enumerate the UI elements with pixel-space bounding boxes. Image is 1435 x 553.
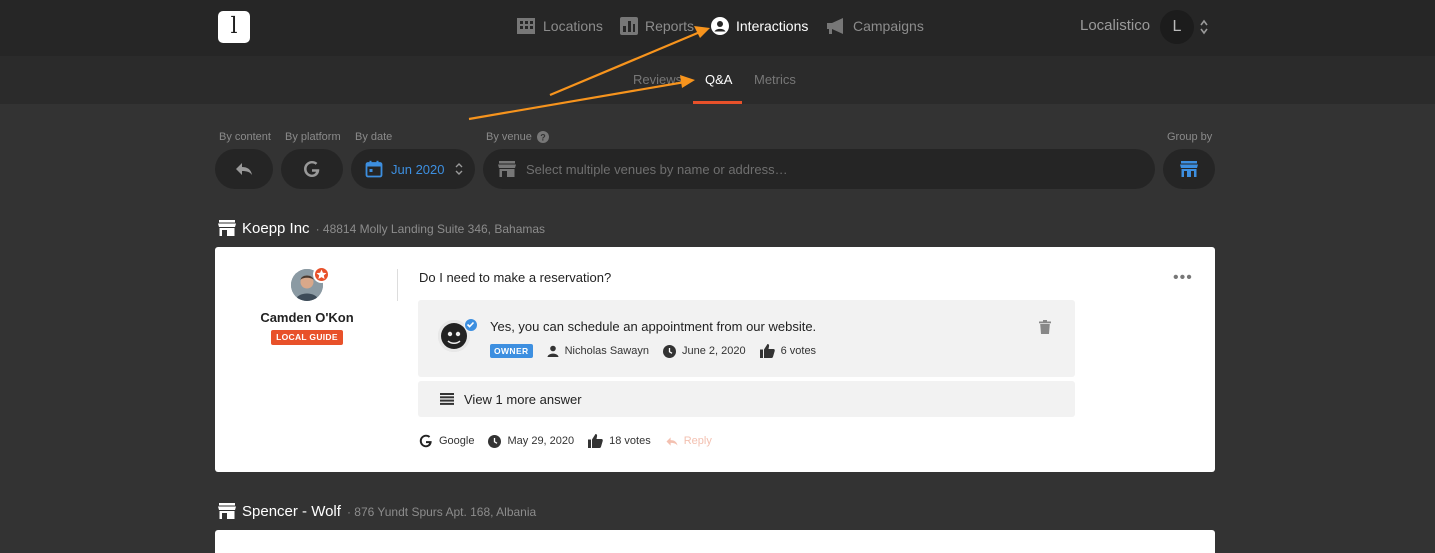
- question-date-text: May 29, 2020: [507, 435, 575, 447]
- store-icon: [218, 220, 236, 236]
- question-platform-text: Google: [439, 435, 475, 447]
- answer-votes: 6 votes: [759, 344, 817, 358]
- chevron-up-down-icon: [455, 161, 463, 177]
- venue-search-input[interactable]: Select multiple venues by name or addres…: [483, 149, 1155, 189]
- store-icon: [1180, 161, 1198, 177]
- date-filter-select[interactable]: Jun 2020: [351, 149, 475, 189]
- venue-name[interactable]: Koepp Inc: [242, 220, 310, 237]
- star-badge-icon: [313, 266, 330, 283]
- reply-icon: [665, 436, 679, 447]
- nav-label: Reports: [645, 18, 695, 34]
- answer-date: June 2, 2020: [662, 344, 746, 358]
- answer-item: Yes, you can schedule an appointment fro…: [418, 300, 1075, 377]
- venue-address: · 876 Yundt Spurs Apt. 168, Albania: [346, 505, 537, 519]
- tab-qa[interactable]: Q&A: [705, 72, 732, 87]
- answer-text: Yes, you can schedule an appointment fro…: [490, 319, 817, 334]
- nav-label: Campaigns: [853, 18, 924, 34]
- venue-group-header: Spencer - Wolf · 876 Yundt Spurs Apt. 16…: [218, 500, 536, 520]
- help-icon[interactable]: ?: [536, 131, 549, 143]
- interactions-subnav: Reviews Q&A Metrics: [0, 56, 1435, 104]
- account-name[interactable]: Localistico: [1080, 17, 1150, 34]
- thumbs-up-icon: [759, 344, 775, 358]
- answer-votes-text: 6 votes: [780, 345, 817, 357]
- author-name: Camden O'Kon: [260, 310, 354, 325]
- nav-item-locations[interactable]: Locations: [516, 16, 603, 36]
- nav-item-campaigns[interactable]: Campaigns: [826, 16, 924, 36]
- chart-icon: [620, 17, 638, 35]
- filter-label-date: By date: [355, 131, 393, 143]
- local-guide-badge: LOCAL GUIDE: [271, 330, 343, 345]
- user-circle-icon: [711, 17, 729, 35]
- filter-label-group-by: Group by: [1167, 131, 1213, 143]
- divider: [397, 269, 398, 301]
- chevron-up-down-icon[interactable]: [1199, 17, 1209, 37]
- reply-button[interactable]: Reply: [665, 435, 712, 447]
- group-by-button[interactable]: [1163, 149, 1215, 189]
- tab-reviews[interactable]: Reviews: [633, 72, 682, 87]
- answer-meta: OWNER Nicholas Sawayn June 2, 2020 6 vot…: [490, 344, 816, 358]
- filter-label-venue-wrap: By venue ?: [486, 131, 549, 143]
- view-more-answers-button[interactable]: View 1 more answer: [418, 381, 1075, 417]
- thumbs-up-icon: [588, 434, 603, 448]
- owner-badge: OWNER: [490, 344, 533, 358]
- venue-address: · 48814 Molly Landing Suite 346, Bahamas: [315, 222, 546, 236]
- answer-date-text: June 2, 2020: [681, 345, 746, 357]
- svg-text:?: ?: [540, 133, 546, 143]
- date-filter-value: Jun 2020: [391, 161, 445, 177]
- filter-label-venue: By venue: [486, 131, 532, 143]
- question-votes-text: 18 votes: [609, 435, 651, 447]
- filter-label-content: By content: [219, 131, 271, 143]
- nav-item-reports[interactable]: Reports: [620, 16, 694, 36]
- google-icon: [419, 434, 433, 448]
- verified-check-icon: [464, 318, 478, 332]
- google-icon: [303, 160, 321, 178]
- venue-name[interactable]: Spencer - Wolf: [242, 503, 341, 520]
- question-date: May 29, 2020: [488, 434, 575, 448]
- question-votes: 18 votes: [588, 434, 651, 448]
- trash-icon[interactable]: [1039, 320, 1051, 334]
- filter-label-platform: By platform: [285, 131, 341, 143]
- calendar-icon: [365, 160, 383, 178]
- platform-filter-button[interactable]: [281, 149, 343, 189]
- megaphone-icon: [826, 18, 846, 34]
- nav-item-interactions[interactable]: Interactions: [711, 16, 808, 36]
- person-icon: [547, 345, 559, 357]
- content-filter-button[interactable]: [215, 149, 273, 189]
- answer-author: Nicholas Sawayn: [547, 345, 649, 357]
- nav-label: Interactions: [736, 18, 809, 34]
- active-tab-indicator: [693, 101, 742, 104]
- clock-icon: [488, 434, 502, 448]
- store-icon: [218, 503, 236, 519]
- top-navigation-bar: l Locations Reports Interactions Campaig…: [0, 0, 1435, 56]
- venue-group-header: Koepp Inc · 48814 Molly Landing Suite 34…: [218, 217, 545, 237]
- view-more-answers-label: View 1 more answer: [464, 391, 582, 407]
- venue-search-placeholder: Select multiple venues by name or addres…: [526, 161, 788, 177]
- question-card: Camden O'Kon LOCAL GUIDE Do I need to ma…: [215, 247, 1215, 472]
- question-text: Do I need to make a reservation?: [419, 270, 612, 285]
- reply-label: Reply: [683, 435, 712, 447]
- answer-author-name: Nicholas Sawayn: [564, 345, 649, 357]
- question-platform: Google: [419, 434, 474, 448]
- question-card: [215, 530, 1215, 553]
- tab-metrics[interactable]: Metrics: [754, 72, 796, 87]
- question-meta: Google May 29, 2020 18 votes Reply: [419, 434, 712, 448]
- app-logo[interactable]: l: [218, 11, 250, 43]
- clock-icon: [662, 344, 676, 358]
- nav-label: Locations: [543, 18, 603, 34]
- account-avatar[interactable]: L: [1160, 10, 1194, 44]
- more-options-icon[interactable]: •••: [1173, 269, 1193, 287]
- store-icon: [498, 161, 516, 177]
- list-icon: [440, 393, 454, 405]
- building-icon: [516, 17, 536, 35]
- reply-icon: [234, 161, 254, 177]
